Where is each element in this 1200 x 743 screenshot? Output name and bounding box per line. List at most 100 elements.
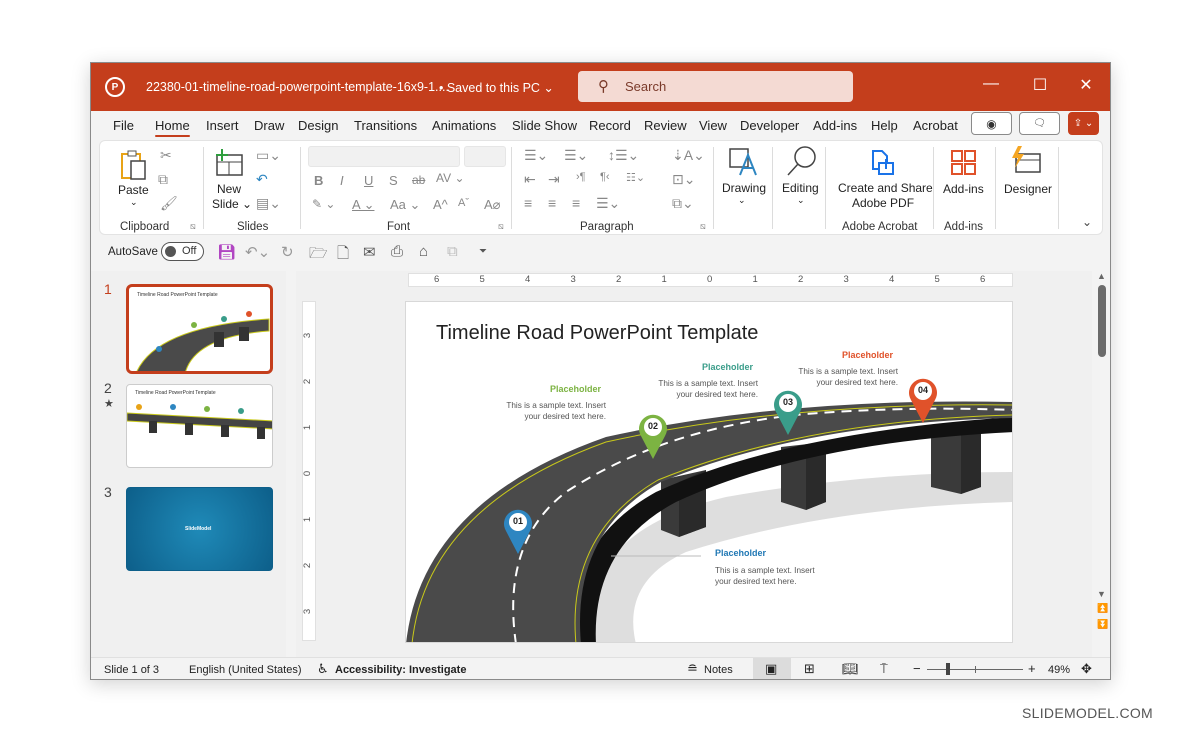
clear-formatting-button[interactable]: A⌀ [484, 197, 501, 213]
scroll-up-icon[interactable]: ▲ [1097, 271, 1106, 281]
save-icon[interactable]: 💾︎ [217, 243, 236, 261]
underline-button[interactable]: U [364, 173, 373, 188]
present-icon[interactable]: ⌂ [419, 243, 428, 260]
zoom-slider[interactable] [927, 663, 1023, 675]
font-size-select[interactable] [464, 146, 506, 167]
comments-button[interactable]: 🗨 [1019, 112, 1060, 135]
tab-transitions[interactable]: Transitions [354, 118, 417, 133]
strikethrough-button[interactable]: ab [412, 173, 425, 187]
tab-acrobat[interactable]: Acrobat [913, 118, 958, 133]
customize-qat-icon[interactable]: ⏷ [479, 246, 487, 257]
shadow-button[interactable]: S [389, 173, 398, 188]
record-button[interactable]: ◉ [971, 112, 1012, 135]
tab-developer[interactable]: Developer [740, 118, 799, 133]
previous-slide-icon[interactable]: ⏫ [1097, 603, 1108, 614]
placeholder-heading-01[interactable]: Placeholder [715, 548, 766, 558]
justify-icon[interactable]: ☰⌄ [596, 195, 620, 212]
close-button[interactable]: ✕ [1071, 75, 1101, 95]
notes-button[interactable]: Notes [704, 664, 733, 676]
font-name-select[interactable] [308, 146, 460, 167]
ltr-icon[interactable]: ›¶ [576, 171, 586, 183]
placeholder-text-02[interactable]: This is a sample text. Insert your desire… [501, 400, 606, 422]
italic-button[interactable]: I [340, 173, 344, 188]
accessibility-status[interactable]: Accessibility: Investigate [335, 664, 466, 676]
reading-view-icon[interactable]: 📖︎ [842, 661, 859, 677]
placeholder-text-01[interactable]: This is a sample text. Insert your desire… [715, 565, 815, 587]
dialog-launcher-icon[interactable]: ⧅ [190, 221, 196, 232]
redo-icon[interactable]: ↻ [281, 243, 294, 261]
font-color-button[interactable]: A ⌄ [352, 197, 374, 213]
language[interactable]: English (United States) [189, 664, 302, 676]
placeholder-heading-02[interactable]: Placeholder [550, 384, 601, 394]
copy-icon[interactable]: ⧉ [158, 171, 168, 188]
layout-icon[interactable]: ▭⌄ [256, 147, 281, 164]
rtl-icon[interactable]: ¶‹ [600, 171, 610, 183]
duplicate-icon[interactable]: ⧉ [447, 243, 458, 260]
slide-sorter-icon[interactable]: ⊞ [804, 661, 815, 677]
minimize-button[interactable]: — [976, 75, 1006, 93]
zoom-out-button[interactable]: − [913, 661, 921, 676]
milestone-pin-03[interactable]: 03 [772, 388, 804, 436]
autosave-toggle[interactable]: Off [161, 242, 204, 261]
milestone-pin-01[interactable]: 01 [502, 507, 534, 555]
section-icon[interactable]: ▤⌄ [256, 195, 281, 212]
tab-slide-show[interactable]: Slide Show [512, 118, 577, 133]
zoom-level[interactable]: 49% [1048, 664, 1070, 676]
bold-button[interactable]: B [314, 173, 323, 188]
shrink-font-button[interactable]: Aˇ [458, 197, 469, 209]
increase-indent-icon[interactable]: ⇥ [548, 171, 560, 188]
next-slide-icon[interactable]: ⏬ [1097, 619, 1108, 630]
tab-file[interactable]: File [113, 118, 134, 133]
share-button[interactable]: ⇪ ⌄ [1068, 112, 1099, 135]
tab-insert[interactable]: Insert [206, 118, 239, 133]
character-spacing-button[interactable]: AV ⌄ [436, 171, 465, 185]
columns-icon[interactable]: ☷⌄ [626, 171, 645, 184]
slideshow-icon[interactable]: ⍑ [880, 661, 888, 677]
tab-draw[interactable]: Draw [254, 118, 284, 133]
milestone-pin-02[interactable]: 02 [637, 412, 669, 460]
placeholder-heading-03[interactable]: Placeholder [702, 362, 753, 372]
reset-icon[interactable]: ↶ [256, 171, 268, 188]
align-right-icon[interactable]: ≡ [572, 195, 580, 211]
decrease-indent-icon[interactable]: ⇤ [524, 171, 536, 188]
highlight-button[interactable]: ✎ ⌄ [312, 197, 335, 211]
fit-to-window-icon[interactable]: ✥ [1081, 661, 1092, 677]
text-direction-icon[interactable]: ⇣A⌄ [672, 147, 705, 164]
new-document-icon[interactable]: 🗋 [337, 243, 349, 268]
email-icon[interactable]: ✉ [363, 243, 376, 261]
dialog-launcher-icon[interactable]: ⧅ [498, 221, 504, 232]
tab-record[interactable]: Record [589, 118, 631, 133]
collapse-ribbon-icon[interactable]: ⌄ [1082, 215, 1092, 229]
bullets-icon[interactable]: ☰⌄ [524, 147, 548, 164]
line-spacing-icon[interactable]: ↕☰⌄ [608, 147, 639, 164]
tab-home[interactable]: Home [155, 118, 190, 137]
tab-review[interactable]: Review [644, 118, 687, 133]
undo-icon[interactable]: ↶⌄ [245, 243, 270, 261]
tab-design[interactable]: Design [298, 118, 338, 133]
tab-animations[interactable]: Animations [432, 118, 496, 133]
save-status[interactable]: • Saved to this PC ⌄ [439, 80, 554, 95]
horizontal-ruler[interactable]: 6 5 4 3 2 1 0 1 2 3 4 5 6 [408, 273, 1013, 287]
align-left-icon[interactable]: ≡ [524, 195, 532, 211]
smartart-icon[interactable]: ⧉⌄ [672, 195, 694, 212]
zoom-slider-thumb[interactable] [945, 663, 950, 675]
vertical-scrollbar[interactable]: ▲ ▼ ⏫ ⏬ [1095, 271, 1109, 641]
maximize-button[interactable]: ☐ [1025, 75, 1055, 95]
format-painter-icon[interactable]: 🖌 [160, 195, 178, 212]
tab-help[interactable]: Help [871, 118, 898, 133]
slide-title[interactable]: Timeline Road PowerPoint Template [436, 322, 758, 345]
tab-view[interactable]: View [699, 118, 727, 133]
search-box[interactable]: ⚲ Search [578, 71, 853, 102]
slide-canvas[interactable]: Timeline Road PowerPoint Template 01 02 03… [405, 301, 1013, 643]
vertical-ruler[interactable]: 3 2 1 0 1 2 3 [302, 301, 316, 641]
zoom-in-button[interactable]: + [1028, 661, 1036, 676]
placeholder-text-03[interactable]: This is a sample text. Insert your desire… [653, 378, 758, 400]
slide-thumbnail-3[interactable]: SlideModel [126, 487, 273, 571]
align-text-icon[interactable]: ⊡⌄ [672, 171, 695, 188]
scrollbar-thumb[interactable] [1098, 285, 1106, 357]
placeholder-text-04[interactable]: This is a sample text. Insert your desire… [793, 366, 898, 388]
milestone-pin-04[interactable]: 04 [907, 376, 939, 424]
cut-icon[interactable]: ✂ [160, 147, 172, 164]
slide-thumbnail-1[interactable]: Timeline Road PowerPoint Template [126, 284, 273, 374]
dialog-launcher-icon[interactable]: ⧅ [700, 221, 706, 232]
